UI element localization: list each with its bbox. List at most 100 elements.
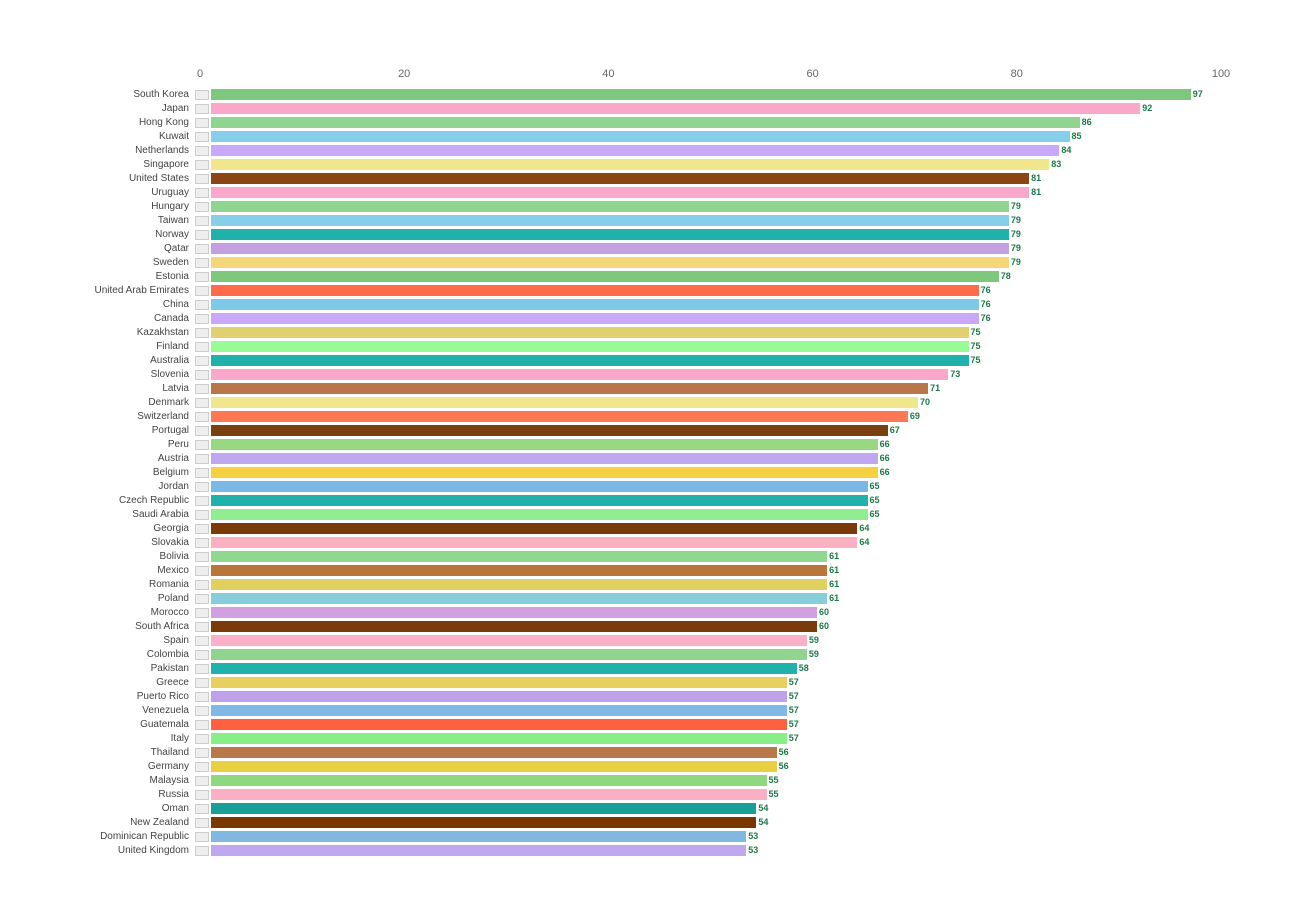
country-label: Italy	[20, 733, 195, 744]
bar-track: 66	[211, 453, 1221, 464]
bar-track: 79	[211, 243, 1221, 254]
bar-fill	[211, 355, 969, 366]
bar-track: 75	[211, 355, 1221, 366]
flag-icon	[195, 384, 209, 394]
bar-row: Guatemala57	[20, 718, 1221, 731]
country-label: Thailand	[20, 747, 195, 758]
bar-row: Puerto Rico57	[20, 690, 1221, 703]
country-label: Dominican Republic	[20, 831, 195, 842]
bar-value: 56	[777, 761, 789, 772]
bar-fill	[211, 803, 756, 814]
country-label: Bolivia	[20, 551, 195, 562]
flag-icon	[195, 454, 209, 464]
bar-value: 65	[868, 495, 880, 506]
bar-fill	[211, 131, 1070, 142]
bar-fill	[211, 831, 746, 842]
bar-track: 53	[211, 831, 1221, 842]
bar-row: Malaysia55	[20, 774, 1221, 787]
bar-fill	[211, 187, 1029, 198]
country-label: Japan	[20, 103, 195, 114]
bar-row: Russia55	[20, 788, 1221, 801]
flag-icon	[195, 678, 209, 688]
bar-row: Spain59	[20, 634, 1221, 647]
bar-track: 83	[211, 159, 1221, 170]
country-label: Singapore	[20, 159, 195, 170]
bar-value: 97	[1191, 89, 1203, 100]
bar-track: 60	[211, 607, 1221, 618]
flag-icon	[195, 594, 209, 604]
bar-fill	[211, 215, 1009, 226]
country-label: Jordan	[20, 481, 195, 492]
bar-row: Oman54	[20, 802, 1221, 815]
bar-track: 53	[211, 845, 1221, 856]
bar-track: 61	[211, 593, 1221, 604]
bar-fill	[211, 145, 1059, 156]
flag-icon	[195, 328, 209, 338]
bar-track: 58	[211, 663, 1221, 674]
bar-track: 57	[211, 705, 1221, 716]
country-label: United Arab Emirates	[20, 285, 195, 296]
bar-fill	[211, 537, 857, 548]
country-label: Mexico	[20, 565, 195, 576]
bar-track: 75	[211, 341, 1221, 352]
flag-icon	[195, 790, 209, 800]
bar-fill	[211, 411, 908, 422]
country-label: South Korea	[20, 89, 195, 100]
country-label: New Zealand	[20, 817, 195, 828]
country-label: Greece	[20, 677, 195, 688]
bar-value: 58	[797, 663, 809, 674]
bar-row: New Zealand54	[20, 816, 1221, 829]
flag-icon	[195, 118, 209, 128]
country-label: Saudi Arabia	[20, 509, 195, 520]
bar-track: 70	[211, 397, 1221, 408]
bar-value: 66	[878, 439, 890, 450]
flag-icon	[195, 524, 209, 534]
bar-value: 60	[817, 621, 829, 632]
flag-icon	[195, 762, 209, 772]
bar-row: Colombia59	[20, 648, 1221, 661]
bar-value: 79	[1009, 243, 1021, 254]
bar-row: United States81	[20, 172, 1221, 185]
bar-track: 79	[211, 229, 1221, 240]
flag-icon	[195, 272, 209, 282]
bar-fill	[211, 705, 787, 716]
bar-track: 73	[211, 369, 1221, 380]
bar-value: 56	[777, 747, 789, 758]
flag-icon	[195, 146, 209, 156]
flag-icon	[195, 650, 209, 660]
bar-row: Taiwan79	[20, 214, 1221, 227]
country-label: Spain	[20, 635, 195, 646]
bar-row: Canada76	[20, 312, 1221, 325]
bar-fill	[211, 467, 878, 478]
bar-value: 86	[1080, 117, 1092, 128]
bar-track: 79	[211, 201, 1221, 212]
bar-value: 57	[787, 733, 799, 744]
bar-row: Kazakhstan75	[20, 326, 1221, 339]
bar-row: Belgium66	[20, 466, 1221, 479]
bar-value: 70	[918, 397, 930, 408]
bar-value: 67	[888, 425, 900, 436]
country-label: Romania	[20, 579, 195, 590]
x-tick-label-100: 100	[1212, 68, 1230, 80]
bar-track: 92	[211, 103, 1221, 114]
bar-track: 56	[211, 761, 1221, 772]
x-tick-label-40: 40	[602, 68, 614, 80]
bar-row: Venezuela57	[20, 704, 1221, 717]
bar-fill	[211, 495, 868, 506]
bar-fill	[211, 369, 948, 380]
bar-track: 56	[211, 747, 1221, 758]
bar-value: 59	[807, 649, 819, 660]
bar-value: 76	[979, 299, 991, 310]
bar-value: 65	[868, 509, 880, 520]
bar-row: Bolivia61	[20, 550, 1221, 563]
flag-icon	[195, 804, 209, 814]
bar-fill	[211, 383, 928, 394]
bar-fill	[211, 173, 1029, 184]
bar-track: 57	[211, 733, 1221, 744]
bar-value: 79	[1009, 229, 1021, 240]
flag-icon	[195, 496, 209, 506]
bar-row: Denmark70	[20, 396, 1221, 409]
flag-icon	[195, 412, 209, 422]
bar-fill	[211, 845, 746, 856]
bar-fill	[211, 593, 827, 604]
